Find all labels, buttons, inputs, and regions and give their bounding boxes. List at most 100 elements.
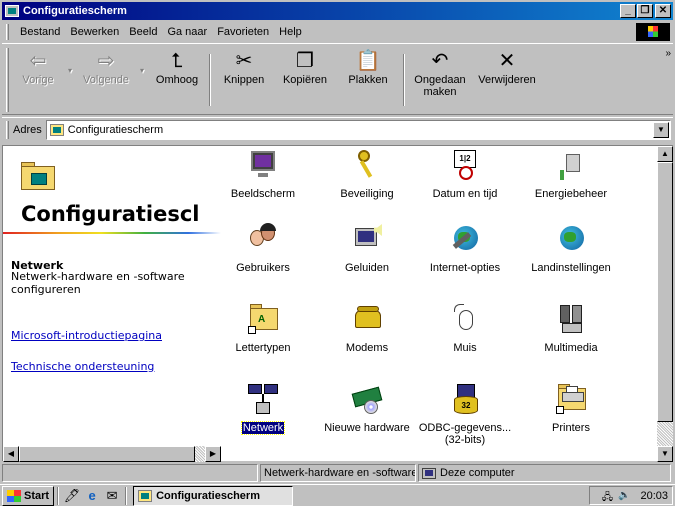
printer-folder-icon [554,382,588,416]
toolbar-separator [403,54,405,106]
item-printers[interactable]: Printers [521,382,621,434]
taskbar-item-configuratiescherm[interactable]: Configuratiescherm [133,485,294,506]
item-beeldscherm[interactable]: Beeldscherm [213,148,313,200]
back-dropdown[interactable]: ▾ [63,44,77,110]
outlook-express-icon[interactable]: ✉ [103,488,121,504]
title-bar[interactable]: Configuratiescherm _ ❐ ✕ [2,2,673,20]
scroll-left-icon[interactable]: ◀ [3,446,19,462]
item-label: Beveiliging [340,188,394,200]
start-label: Start [24,489,50,502]
copy-button[interactable]: ❐ Kopiëren [273,44,337,110]
scroll-track[interactable] [195,446,205,462]
undo-button[interactable]: ↶ Ongedaan maken [409,44,471,110]
horizontal-scrollbar[interactable]: ◀ ▶ [3,446,221,462]
delete-button[interactable]: ✕ Verwijderen [471,44,543,110]
item-geluiden[interactable]: Geluiden [317,222,417,274]
item-gebruikers[interactable]: Gebruikers [213,222,313,274]
item-label: Gebruikers [236,262,290,274]
toolbar-separator [209,54,211,106]
tech-support-link[interactable]: Technische ondersteuning [11,360,211,373]
menu-ga-naar[interactable]: Ga naar [162,26,212,38]
toolbar-more-chevron-icon[interactable]: » [665,48,671,59]
item-modems[interactable]: Modems [317,302,417,354]
item-muis[interactable]: Muis [415,302,515,354]
paste-button[interactable]: 📋 Plakken [337,44,399,110]
maximize-button[interactable]: ❐ [637,4,653,18]
item-beveiliging[interactable]: Beveiliging [317,148,417,200]
scroll-thumb[interactable] [657,162,673,422]
control-panel-icon [138,489,153,502]
undo-icon: ↶ [431,50,449,72]
minimize-button[interactable]: _ [620,4,636,18]
menu-grip[interactable] [6,24,9,40]
rainbow-divider [3,232,221,234]
forward-arrow-icon: ⇨ [97,50,115,72]
back-button[interactable]: ⇦ Vorige [13,44,63,110]
scroll-up-icon[interactable]: ▲ [657,146,673,162]
clock[interactable]: 20:03 [640,490,668,502]
vertical-scrollbar[interactable]: ▲ ▼ [657,146,673,462]
item-label: Geluiden [344,262,390,274]
menu-bestand[interactable]: Bestand [15,26,65,38]
odbc-icon: 32 [448,382,482,416]
standard-toolbar: ⇦ Vorige ▾ ⇨ Volgende ▾ ⮤ Omhoog ✂ Knipp… [2,43,673,115]
item-label: Lettertypen [235,342,291,354]
cut-button[interactable]: ✂ Knippen [215,44,273,110]
folder-up-icon: ⮤ [171,50,183,72]
multimedia-icon [554,302,588,336]
address-label: Adres [13,123,42,136]
scroll-thumb[interactable] [19,446,195,462]
clipboard-icon: 📋 [355,50,381,72]
show-desktop-icon[interactable]: 🖊 [63,488,81,504]
item-datum-en-tijd[interactable]: 1|2 Datum en tijd [415,148,515,200]
menu-bewerken[interactable]: Bewerken [65,26,124,38]
up-label: Omhoog [155,74,199,86]
forward-button[interactable]: ⇨ Volgende [77,44,135,110]
delete-x-icon: ✕ [498,50,516,72]
address-grip[interactable] [6,120,9,139]
control-panel-icon [49,123,64,136]
network-icon [246,382,280,416]
item-lettertypen[interactable]: A Lettertypen [213,302,313,354]
internet-explorer-icon[interactable]: e [83,488,101,504]
pane-title: Configuratiescl [21,202,200,226]
menu-favorieten[interactable]: Favorieten [212,26,274,38]
scroll-track[interactable] [657,162,673,446]
item-landinstellingen[interactable]: Landinstellingen [521,222,621,274]
item-odbc[interactable]: 32 ODBC-gegevens... (32-bits) [415,382,515,446]
copy-icon: ❐ [296,50,314,72]
network-tray-icon[interactable]: 🖧 [600,490,614,503]
item-label-line2: (32-bits) [444,434,486,446]
item-netwerk[interactable]: Netwerk [213,382,313,435]
item-label: Multimedia [544,342,598,354]
item-internet-opties[interactable]: Internet-opties [415,222,515,274]
menu-beeld[interactable]: Beeld [124,26,162,38]
close-button[interactable]: ✕ [655,4,671,18]
item-nieuwe-hardware[interactable]: Nieuwe hardware [317,382,417,434]
menu-help[interactable]: Help [274,26,307,38]
windows-logo-icon [7,489,21,502]
undo-label-line2: maken [423,86,457,98]
item-multimedia[interactable]: Multimedia [521,302,621,354]
phone-icon [350,302,384,336]
toolbar-grip[interactable] [6,48,9,112]
volume-icon[interactable]: 🔈 [617,490,631,502]
scissors-icon: ✂ [235,50,253,72]
globe-icon [554,222,588,256]
mouse-icon [448,302,482,336]
forward-dropdown[interactable]: ▾ [135,44,149,110]
up-button[interactable]: ⮤ Omhoog [149,44,205,110]
control-panel-icon[interactable] [5,5,19,17]
fonts-folder-icon: A [246,302,280,336]
address-dropdown-chevron-down-icon[interactable]: ▼ [653,121,669,138]
back-arrow-icon: ⇦ [29,50,47,72]
status-empty [2,464,258,482]
start-button[interactable]: Start [2,485,55,506]
address-input[interactable]: Configuratiescherm ▼ [45,119,671,140]
item-energiebeheer[interactable]: Energiebeheer [521,148,621,200]
scroll-right-icon[interactable]: ▶ [205,446,221,462]
computer-icon [422,467,436,479]
microsoft-intro-link[interactable]: Microsoft-introductiepagina [11,329,211,342]
scroll-down-icon[interactable]: ▼ [657,446,673,462]
forward-label: Volgende [83,74,129,86]
